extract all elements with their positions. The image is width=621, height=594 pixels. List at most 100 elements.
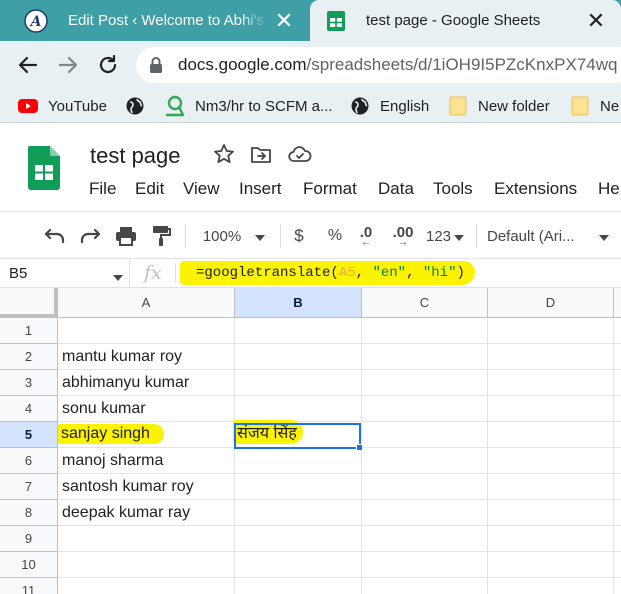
cell-a6[interactable]: manoj sharma (58, 448, 235, 474)
cell-e7[interactable] (614, 474, 621, 500)
decrease-decimal-button[interactable]: .0 ← (354, 224, 378, 248)
column-header-b[interactable]: B (235, 288, 362, 318)
cell-b11[interactable] (235, 578, 362, 594)
row-header-1[interactable]: 1 (0, 318, 58, 344)
bookmark-folder-overflow[interactable]: Ne (570, 94, 619, 118)
cell-a1[interactable] (58, 318, 235, 344)
close-tab-icon[interactable]: ✕ (269, 6, 299, 36)
cell-b8[interactable] (235, 500, 362, 526)
row-header-10[interactable]: 10 (0, 552, 58, 578)
bookmark-youtube[interactable]: YouTube (18, 94, 107, 118)
move-to-folder-icon[interactable] (250, 145, 272, 170)
font-family-dropdown[interactable]: Default (Ari... (487, 224, 609, 248)
number-format-dropdown[interactable]: 123 (424, 224, 466, 248)
cell-a7[interactable]: santosh kumar roy (58, 474, 235, 500)
print-icon[interactable] (113, 224, 139, 248)
cell-e3[interactable] (614, 370, 621, 396)
name-box[interactable]: B5 (0, 259, 130, 287)
column-header-c[interactable]: C (362, 288, 488, 318)
menu-file[interactable]: File (89, 179, 116, 199)
cell-a4[interactable]: sonu kumar (58, 396, 235, 422)
cell-c5[interactable] (362, 422, 488, 448)
cell-e5[interactable] (614, 422, 621, 448)
row-header-3[interactable]: 3 (0, 370, 58, 396)
cell-b1[interactable] (235, 318, 362, 344)
document-title[interactable]: test page (90, 143, 181, 169)
cell-d1[interactable] (488, 318, 614, 344)
cell-e8[interactable] (614, 500, 621, 526)
cell-b4[interactable] (235, 396, 362, 422)
cell-d3[interactable] (488, 370, 614, 396)
row-header-7[interactable]: 7 (0, 474, 58, 500)
column-header-d[interactable]: D (488, 288, 614, 318)
bookmark-nm3-converter[interactable]: Nm3/hr to SCFM a... (165, 94, 333, 118)
column-header-overflow[interactable] (614, 288, 621, 318)
menu-insert[interactable]: Insert (239, 179, 282, 199)
menu-tools[interactable]: Tools (433, 179, 473, 199)
lock-icon[interactable] (148, 56, 170, 74)
forward-arrow-icon[interactable] (54, 51, 82, 79)
cell-a2[interactable]: mantu kumar roy (58, 344, 235, 370)
redo-icon[interactable] (77, 224, 103, 248)
zoom-dropdown[interactable]: 100% (195, 224, 273, 248)
cell-b3[interactable] (235, 370, 362, 396)
cell-e6[interactable] (614, 448, 621, 474)
cell-d10[interactable] (488, 552, 614, 578)
close-tab-icon[interactable]: ✕ (581, 6, 611, 36)
cell-c4[interactable] (362, 396, 488, 422)
cell-e4[interactable] (614, 396, 621, 422)
cell-c3[interactable] (362, 370, 488, 396)
cell-c7[interactable] (362, 474, 488, 500)
cell-d8[interactable] (488, 500, 614, 526)
cell-c1[interactable] (362, 318, 488, 344)
cell-e10[interactable] (614, 552, 621, 578)
address-bar[interactable]: docs.google.com/spreadsheets/d/1iOH9I5PZ… (136, 47, 621, 83)
paint-format-icon[interactable] (148, 224, 174, 248)
cell-b7[interactable] (235, 474, 362, 500)
row-header-9[interactable]: 9 (0, 526, 58, 552)
menu-view[interactable]: View (183, 179, 220, 199)
row-header-11[interactable]: 11 (0, 578, 58, 594)
cell-c6[interactable] (362, 448, 488, 474)
cell-a8[interactable]: deepak kumar ray (58, 500, 235, 526)
cell-e11[interactable] (614, 578, 621, 594)
menu-edit[interactable]: Edit (135, 179, 164, 199)
row-header-4[interactable]: 4 (0, 396, 58, 422)
cell-c2[interactable] (362, 344, 488, 370)
fill-handle[interactable] (356, 444, 363, 451)
reload-icon[interactable] (94, 51, 122, 79)
cell-a9[interactable] (58, 526, 235, 552)
menu-help[interactable]: He (598, 179, 620, 199)
cell-e1[interactable] (614, 318, 621, 344)
cell-a10[interactable] (58, 552, 235, 578)
menu-format[interactable]: Format (303, 179, 357, 199)
row-header-2[interactable]: 2 (0, 344, 58, 370)
increase-decimal-button[interactable]: .00 → (389, 224, 417, 248)
cell-d4[interactable] (488, 396, 614, 422)
cell-b6[interactable] (235, 448, 362, 474)
row-header-5[interactable]: 5 (0, 422, 58, 448)
formula-input[interactable]: =googletranslate(A5, "en", "hi") (180, 261, 475, 285)
cell-d5[interactable] (488, 422, 614, 448)
cell-e9[interactable] (614, 526, 621, 552)
percent-format-button[interactable]: % (325, 224, 345, 248)
google-sheets-logo-icon[interactable] (28, 146, 60, 195)
cell-c10[interactable] (362, 552, 488, 578)
cell-b5[interactable]: संजय सिंह (233, 420, 362, 448)
cell-b2[interactable] (235, 344, 362, 370)
menu-extensions[interactable]: Extensions (494, 179, 577, 199)
bookmark-english[interactable]: English (350, 94, 429, 118)
cell-d9[interactable] (488, 526, 614, 552)
cloud-status-icon[interactable] (288, 145, 312, 170)
row-header-6[interactable]: 6 (0, 448, 58, 474)
menu-data[interactable]: Data (378, 179, 414, 199)
cell-c9[interactable] (362, 526, 488, 552)
row-header-8[interactable]: 8 (0, 500, 58, 526)
bookmark-globe[interactable] (125, 94, 155, 118)
back-arrow-icon[interactable] (14, 51, 42, 79)
cell-d11[interactable] (488, 578, 614, 594)
cell-a3[interactable]: abhimanyu kumar (58, 370, 235, 396)
column-header-a[interactable]: A (58, 288, 235, 318)
select-all-corner[interactable] (0, 288, 58, 318)
tab-google-sheets[interactable]: test page - Google Sheets ✕ (310, 0, 621, 41)
